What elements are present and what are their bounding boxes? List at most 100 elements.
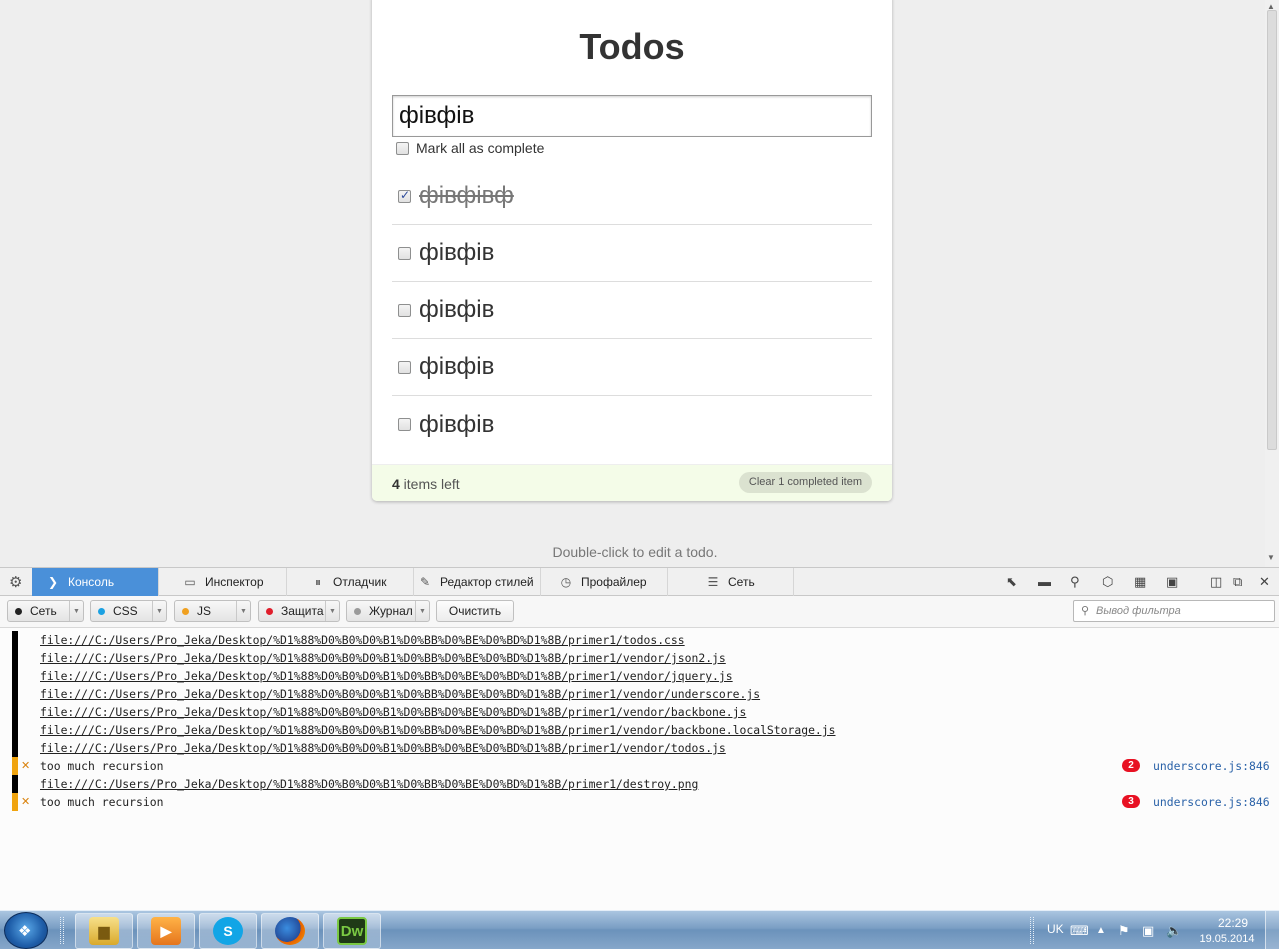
log-link[interactable]: file:///C:/Users/Pro_Jeka/Desktop/%D1%88…	[40, 669, 733, 683]
todo-item[interactable]: фівфів	[392, 282, 872, 339]
tab-label: Сеть	[728, 575, 755, 589]
action-center-flag-icon[interactable]: ⚑	[1118, 923, 1130, 939]
close-devtools-icon[interactable]: ✕	[1259, 574, 1270, 590]
new-todo-input[interactable]	[392, 95, 872, 137]
todo-text[interactable]: фівфів	[419, 353, 494, 381]
log-link[interactable]: file:///C:/Users/Pro_Jeka/Desktop/%D1%88…	[40, 633, 685, 647]
todo-text[interactable]: фівфів	[419, 296, 494, 324]
tab-label: Редактор стилей	[440, 575, 534, 589]
style-editor-icon: ✎	[419, 575, 431, 589]
pick-element-icon[interactable]: ⬉	[1006, 574, 1017, 590]
separate-window-icon[interactable]: ⧉	[1233, 574, 1242, 590]
taskbar-app-skype[interactable]: S	[199, 913, 257, 949]
responsive-mode-icon[interactable]: ▣	[1166, 574, 1178, 590]
log-category-bar	[12, 685, 18, 703]
log-row: file:///C:/Users/Pro_Jeka/Desktop/%D1%88…	[0, 703, 1279, 721]
todo-count-suffix: items left	[399, 476, 460, 492]
todo-checkbox[interactable]	[398, 360, 411, 374]
volume-icon[interactable]: 🔈	[1166, 923, 1182, 939]
log-category-bar	[12, 793, 18, 811]
3d-view-icon[interactable]: ⬡	[1102, 574, 1113, 590]
log-link[interactable]: file:///C:/Users/Pro_Jeka/Desktop/%D1%88…	[40, 705, 746, 719]
clear-completed-button[interactable]: Clear 1 completed item	[738, 472, 872, 493]
keyboard-icon[interactable]: ⌨	[1070, 923, 1089, 939]
todo-item[interactable]: фівфів	[392, 396, 872, 453]
todo-app: Todos Mark all as complete фівфівф фівфі…	[372, 0, 892, 501]
log-row: file:///C:/Users/Pro_Jeka/Desktop/%D1%88…	[0, 685, 1279, 703]
log-message: too much recursion	[40, 795, 164, 809]
source-location-link[interactable]: underscore.js:846	[1153, 759, 1270, 773]
filter-log-button[interactable]: Журнал ▼	[346, 600, 430, 622]
tab-debugger[interactable]: ⏸ Отладчик	[287, 568, 414, 596]
language-indicator[interactable]: UK	[1047, 922, 1064, 936]
chevron-down-icon[interactable]: ▼	[415, 601, 429, 621]
clock-time[interactable]: 22:29	[1213, 916, 1253, 930]
todo-checkbox[interactable]	[398, 303, 411, 317]
tab-inspector[interactable]: ▭ Инспектор	[159, 568, 287, 596]
tab-profiler[interactable]: ◷ Профайлер	[541, 568, 668, 596]
chevron-down-icon[interactable]: ▼	[236, 601, 250, 621]
clock-date[interactable]: 19.05.2014	[1198, 933, 1256, 945]
windows-logo-icon: ❖	[18, 923, 32, 940]
chevron-down-icon[interactable]: ▼	[325, 601, 339, 621]
log-link[interactable]: file:///C:/Users/Pro_Jeka/Desktop/%D1%88…	[40, 723, 836, 737]
taskbar-grip[interactable]	[60, 917, 64, 944]
scroll-down-arrow-icon[interactable]: ▼	[1267, 553, 1275, 562]
filter-output-input[interactable]: Вывод фильтра	[1073, 600, 1275, 622]
search-icon: ⚲	[1081, 605, 1090, 617]
paintbrush-icon[interactable]: ⚲	[1070, 574, 1080, 590]
todo-text[interactable]: фівфівф	[419, 182, 514, 210]
log-link[interactable]: file:///C:/Users/Pro_Jeka/Desktop/%D1%88…	[40, 741, 726, 755]
taskbar-app-explorer[interactable]: ▆	[75, 913, 133, 949]
tab-label: Отладчик	[333, 575, 387, 589]
todo-item[interactable]: фівфівф	[392, 168, 872, 225]
log-category-bar	[12, 775, 18, 793]
todo-text[interactable]: фівфів	[419, 239, 494, 267]
page-scrollbar[interactable]: ▲ ▼	[1265, 0, 1279, 567]
taskbar-app-dreamweaver[interactable]: Dw	[323, 913, 381, 949]
filter-dot-icon	[98, 607, 105, 615]
log-message: too much recursion	[40, 759, 164, 773]
tab-label: Консоль	[68, 575, 115, 589]
chevron-down-icon[interactable]: ▼	[69, 601, 83, 621]
tab-network[interactable]: ☰ Сеть	[668, 568, 794, 596]
folder-icon: ▆	[89, 917, 119, 945]
tab-style-editor[interactable]: ✎ Редактор стилей	[414, 568, 541, 596]
filter-net-button[interactable]: Сеть ▼	[7, 600, 84, 622]
toggle-all-checkbox[interactable]	[396, 141, 409, 155]
source-location-link[interactable]: underscore.js:846	[1153, 795, 1270, 809]
todo-checkbox[interactable]	[398, 246, 411, 260]
filter-js-button[interactable]: JS ▼	[174, 600, 251, 622]
todo-checkbox[interactable]	[398, 188, 411, 203]
todo-item[interactable]: фівфів	[392, 225, 872, 282]
filter-css-button[interactable]: CSS ▼	[90, 600, 167, 622]
windows-taskbar: ❖ ▆ ▶ S Dw UK ⌨ ▲ ⚑ ▣ 🔈 22:29 19.05.2014	[0, 910, 1279, 949]
show-hidden-icons-icon[interactable]: ▲	[1096, 925, 1106, 936]
filter-label: Журнал	[369, 604, 413, 618]
settings-gear-icon[interactable]: ⚙	[9, 573, 22, 591]
filter-dot-icon	[266, 607, 273, 615]
start-button[interactable]: ❖	[4, 912, 48, 949]
skype-icon: S	[213, 917, 243, 945]
scratchpad-icon[interactable]: ▦	[1134, 574, 1146, 590]
taskbar-app-firefox[interactable]	[261, 913, 319, 949]
taskbar-app-media-player[interactable]: ▶	[137, 913, 195, 949]
todo-count: 4 items left	[392, 476, 460, 492]
filter-label: Сеть	[30, 604, 57, 618]
todo-item[interactable]: фівфів	[392, 339, 872, 396]
todo-text[interactable]: фівфів	[419, 411, 494, 439]
log-link[interactable]: file:///C:/Users/Pro_Jeka/Desktop/%D1%88…	[40, 687, 760, 701]
split-console-icon[interactable]: ▬	[1038, 574, 1051, 589]
dock-side-icon[interactable]: ◫	[1210, 574, 1222, 590]
filter-security-button[interactable]: Защита ▼	[258, 600, 340, 622]
log-link[interactable]: file:///C:/Users/Pro_Jeka/Desktop/%D1%88…	[40, 777, 698, 791]
tab-console[interactable]: ❯ Консоль	[32, 568, 159, 596]
log-link[interactable]: file:///C:/Users/Pro_Jeka/Desktop/%D1%88…	[40, 651, 726, 665]
todo-checkbox[interactable]	[398, 418, 411, 431]
scroll-thumb[interactable]	[1267, 10, 1277, 450]
network-monitor-icon[interactable]: ▣	[1142, 923, 1154, 939]
clear-console-button[interactable]: Очистить	[436, 600, 514, 622]
chevron-down-icon[interactable]: ▼	[152, 601, 166, 621]
show-desktop-button[interactable]	[1265, 911, 1279, 949]
toggle-all-label[interactable]: Mark all as complete	[416, 140, 544, 156]
